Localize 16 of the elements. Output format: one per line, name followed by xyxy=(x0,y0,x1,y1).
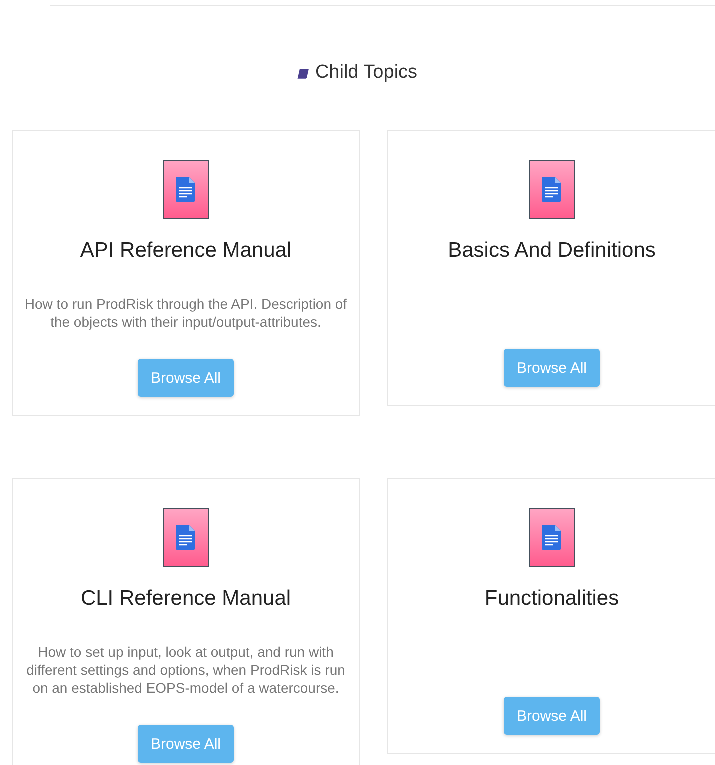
topic-title: CLI Reference Manual xyxy=(80,587,292,611)
document-icon xyxy=(529,160,575,219)
browse-all-button[interactable]: Browse All xyxy=(504,349,600,387)
browse-all-button[interactable]: Browse All xyxy=(138,725,234,763)
topic-title: Functionalities xyxy=(484,587,620,611)
section-heading: Child Topics xyxy=(315,62,418,84)
topic-description: How to set up input, look at output, and run with different settings and options, when ProdRisk is run on an established EOPS-model of a watercourse. xyxy=(26,643,346,697)
browse-all-button[interactable]: Browse All xyxy=(138,359,234,397)
document-icon xyxy=(163,508,209,567)
document-icon xyxy=(529,508,575,567)
topic-title: Basics And Definitions xyxy=(448,239,656,263)
book-icon xyxy=(297,69,310,80)
topic-title: API Reference Manual xyxy=(80,239,292,263)
topic-description: How to run ProdRisk through the API. Description of the objects with their input/output-attributes. xyxy=(24,295,348,331)
browse-all-button[interactable]: Browse All xyxy=(504,697,600,735)
document-icon xyxy=(163,160,209,219)
